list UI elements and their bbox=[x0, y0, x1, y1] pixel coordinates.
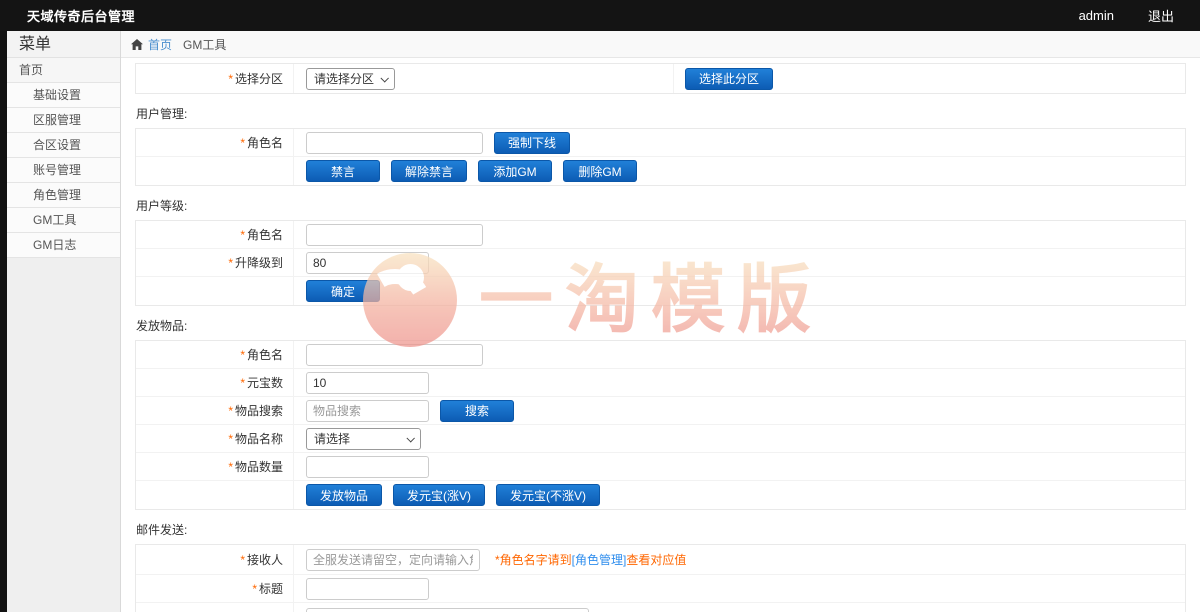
give-yuanbao-novip-button[interactable]: 发元宝(不涨V) bbox=[496, 484, 600, 506]
yuanbao-input[interactable] bbox=[306, 372, 429, 394]
item-name-label: 物品名称 bbox=[235, 430, 283, 447]
section-title-user-level: 用户等级: bbox=[136, 197, 1186, 214]
sidebar-item-merge-settings[interactable]: 合区设置 bbox=[7, 133, 120, 158]
item-search-label: 物品搜索 bbox=[235, 402, 283, 419]
item-count-label: 物品数量 bbox=[235, 458, 283, 475]
receiver-hint: *角色名字请到[角色管理]查看对应值 bbox=[495, 551, 686, 568]
force-offline-button[interactable]: 强制下线 bbox=[494, 132, 570, 154]
item-role-input[interactable] bbox=[306, 344, 483, 366]
receiver-label: 接收人 bbox=[247, 551, 283, 568]
required-marker: * bbox=[240, 376, 245, 390]
mail-table: * 接收人 *角色名字请到[角色管理]查看对应值 * 标题 内容 bbox=[135, 544, 1186, 612]
breadcrumb-current: GM工具 bbox=[183, 36, 226, 53]
give-yuanbao-vip-button[interactable]: 发元宝(涨V) bbox=[393, 484, 485, 506]
section-title-give-items: 发放物品: bbox=[136, 317, 1186, 334]
section-title-user-manage: 用户管理: bbox=[136, 105, 1186, 122]
required-marker: * bbox=[240, 228, 245, 242]
role-name-label: 角色名 bbox=[247, 134, 283, 151]
role-manage-link[interactable]: [角色管理] bbox=[572, 553, 627, 567]
unmute-button[interactable]: 解除禁言 bbox=[391, 160, 467, 182]
main-content: * 选择分区 请选择分区 选择此分区 用户管理: * 角色名 强制下 bbox=[121, 58, 1200, 612]
required-marker: * bbox=[252, 582, 257, 596]
required-marker: * bbox=[240, 348, 245, 362]
partition-table: * 选择分区 请选择分区 选择此分区 bbox=[135, 63, 1186, 94]
chevron-down-icon bbox=[380, 74, 388, 82]
partition-select[interactable]: 请选择分区 bbox=[306, 68, 395, 90]
remove-gm-button[interactable]: 删除GM bbox=[563, 160, 637, 182]
app-title: 天域传奇后台管理 bbox=[27, 6, 135, 25]
sidebar-item-gm-tools[interactable]: GM工具 bbox=[7, 208, 120, 233]
user-manage-table: * 角色名 强制下线 禁言 解除禁言 添加GM 删除GM bbox=[135, 128, 1186, 186]
sidebar-item-account-manage[interactable]: 账号管理 bbox=[7, 158, 120, 183]
item-search-input[interactable] bbox=[306, 400, 429, 422]
breadcrumb: 首页 GM工具 bbox=[121, 31, 1200, 58]
partition-row: * 选择分区 请选择分区 选择此分区 bbox=[136, 64, 1185, 93]
yuanbao-label: 元宝数 bbox=[247, 374, 283, 391]
item-count-input[interactable] bbox=[306, 456, 429, 478]
level-role-input[interactable] bbox=[306, 224, 483, 246]
breadcrumb-home-link[interactable]: 首页 bbox=[148, 36, 172, 53]
sidebar-menu: 首页 基础设置 区服管理 合区设置 账号管理 角色管理 GM工具 GM日志 bbox=[7, 58, 120, 258]
sidebar-item-gm-log[interactable]: GM日志 bbox=[7, 233, 120, 258]
required-marker: * bbox=[228, 72, 233, 86]
mail-content-textarea[interactable]: 内容 bbox=[306, 608, 589, 612]
topbar: 天域传奇后台管理 admin 退出 bbox=[0, 0, 1200, 31]
window-left-edge bbox=[0, 0, 7, 612]
required-marker: * bbox=[228, 460, 233, 474]
user-level-table: * 角色名 * 升降级到 确定 bbox=[135, 220, 1186, 306]
level-target-input[interactable] bbox=[306, 252, 429, 274]
logout-link[interactable]: 退出 bbox=[1134, 6, 1200, 25]
level-role-label: 角色名 bbox=[247, 226, 283, 243]
topbar-right: admin 退出 bbox=[1059, 6, 1200, 25]
item-role-label: 角色名 bbox=[247, 346, 283, 363]
required-marker: * bbox=[228, 256, 233, 270]
user-menu[interactable]: admin bbox=[1059, 8, 1134, 23]
subject-label: 标题 bbox=[259, 580, 283, 597]
required-marker: * bbox=[240, 136, 245, 150]
subject-input[interactable] bbox=[306, 578, 429, 600]
add-gm-button[interactable]: 添加GM bbox=[478, 160, 552, 182]
role-name-row: * 角色名 强制下线 bbox=[136, 129, 1185, 157]
item-name-select[interactable]: 请选择 bbox=[306, 428, 421, 450]
give-item-button[interactable]: 发放物品 bbox=[306, 484, 382, 506]
required-marker: * bbox=[240, 553, 245, 567]
search-button[interactable]: 搜索 bbox=[440, 400, 514, 422]
mute-button[interactable]: 禁言 bbox=[306, 160, 380, 182]
level-target-label: 升降级到 bbox=[235, 254, 283, 271]
give-items-table: * 角色名 * 元宝数 * 物品搜索 搜索 bbox=[135, 340, 1186, 510]
home-icon bbox=[131, 39, 143, 50]
sidebar-item-basic-settings[interactable]: 基础设置 bbox=[7, 83, 120, 108]
sidebar-item-role-manage[interactable]: 角色管理 bbox=[7, 183, 120, 208]
sidebar: 菜单 首页 基础设置 区服管理 合区设置 账号管理 角色管理 GM工具 GM日志 bbox=[7, 31, 121, 612]
sidebar-item-home[interactable]: 首页 bbox=[7, 58, 120, 83]
required-marker: * bbox=[228, 404, 233, 418]
gm-actions-row: 禁言 解除禁言 添加GM 删除GM bbox=[136, 157, 1185, 185]
choose-partition-button[interactable]: 选择此分区 bbox=[685, 68, 773, 90]
partition-label: * 选择分区 bbox=[136, 64, 294, 93]
required-marker: * bbox=[228, 432, 233, 446]
role-name-input[interactable] bbox=[306, 132, 483, 154]
sidebar-item-server-manage[interactable]: 区服管理 bbox=[7, 108, 120, 133]
level-confirm-button[interactable]: 确定 bbox=[306, 280, 380, 302]
receiver-input[interactable] bbox=[306, 549, 480, 571]
sidebar-title: 菜单 bbox=[7, 31, 120, 58]
section-title-mail: 邮件发送: bbox=[136, 521, 1186, 538]
chevron-down-icon bbox=[406, 434, 414, 442]
